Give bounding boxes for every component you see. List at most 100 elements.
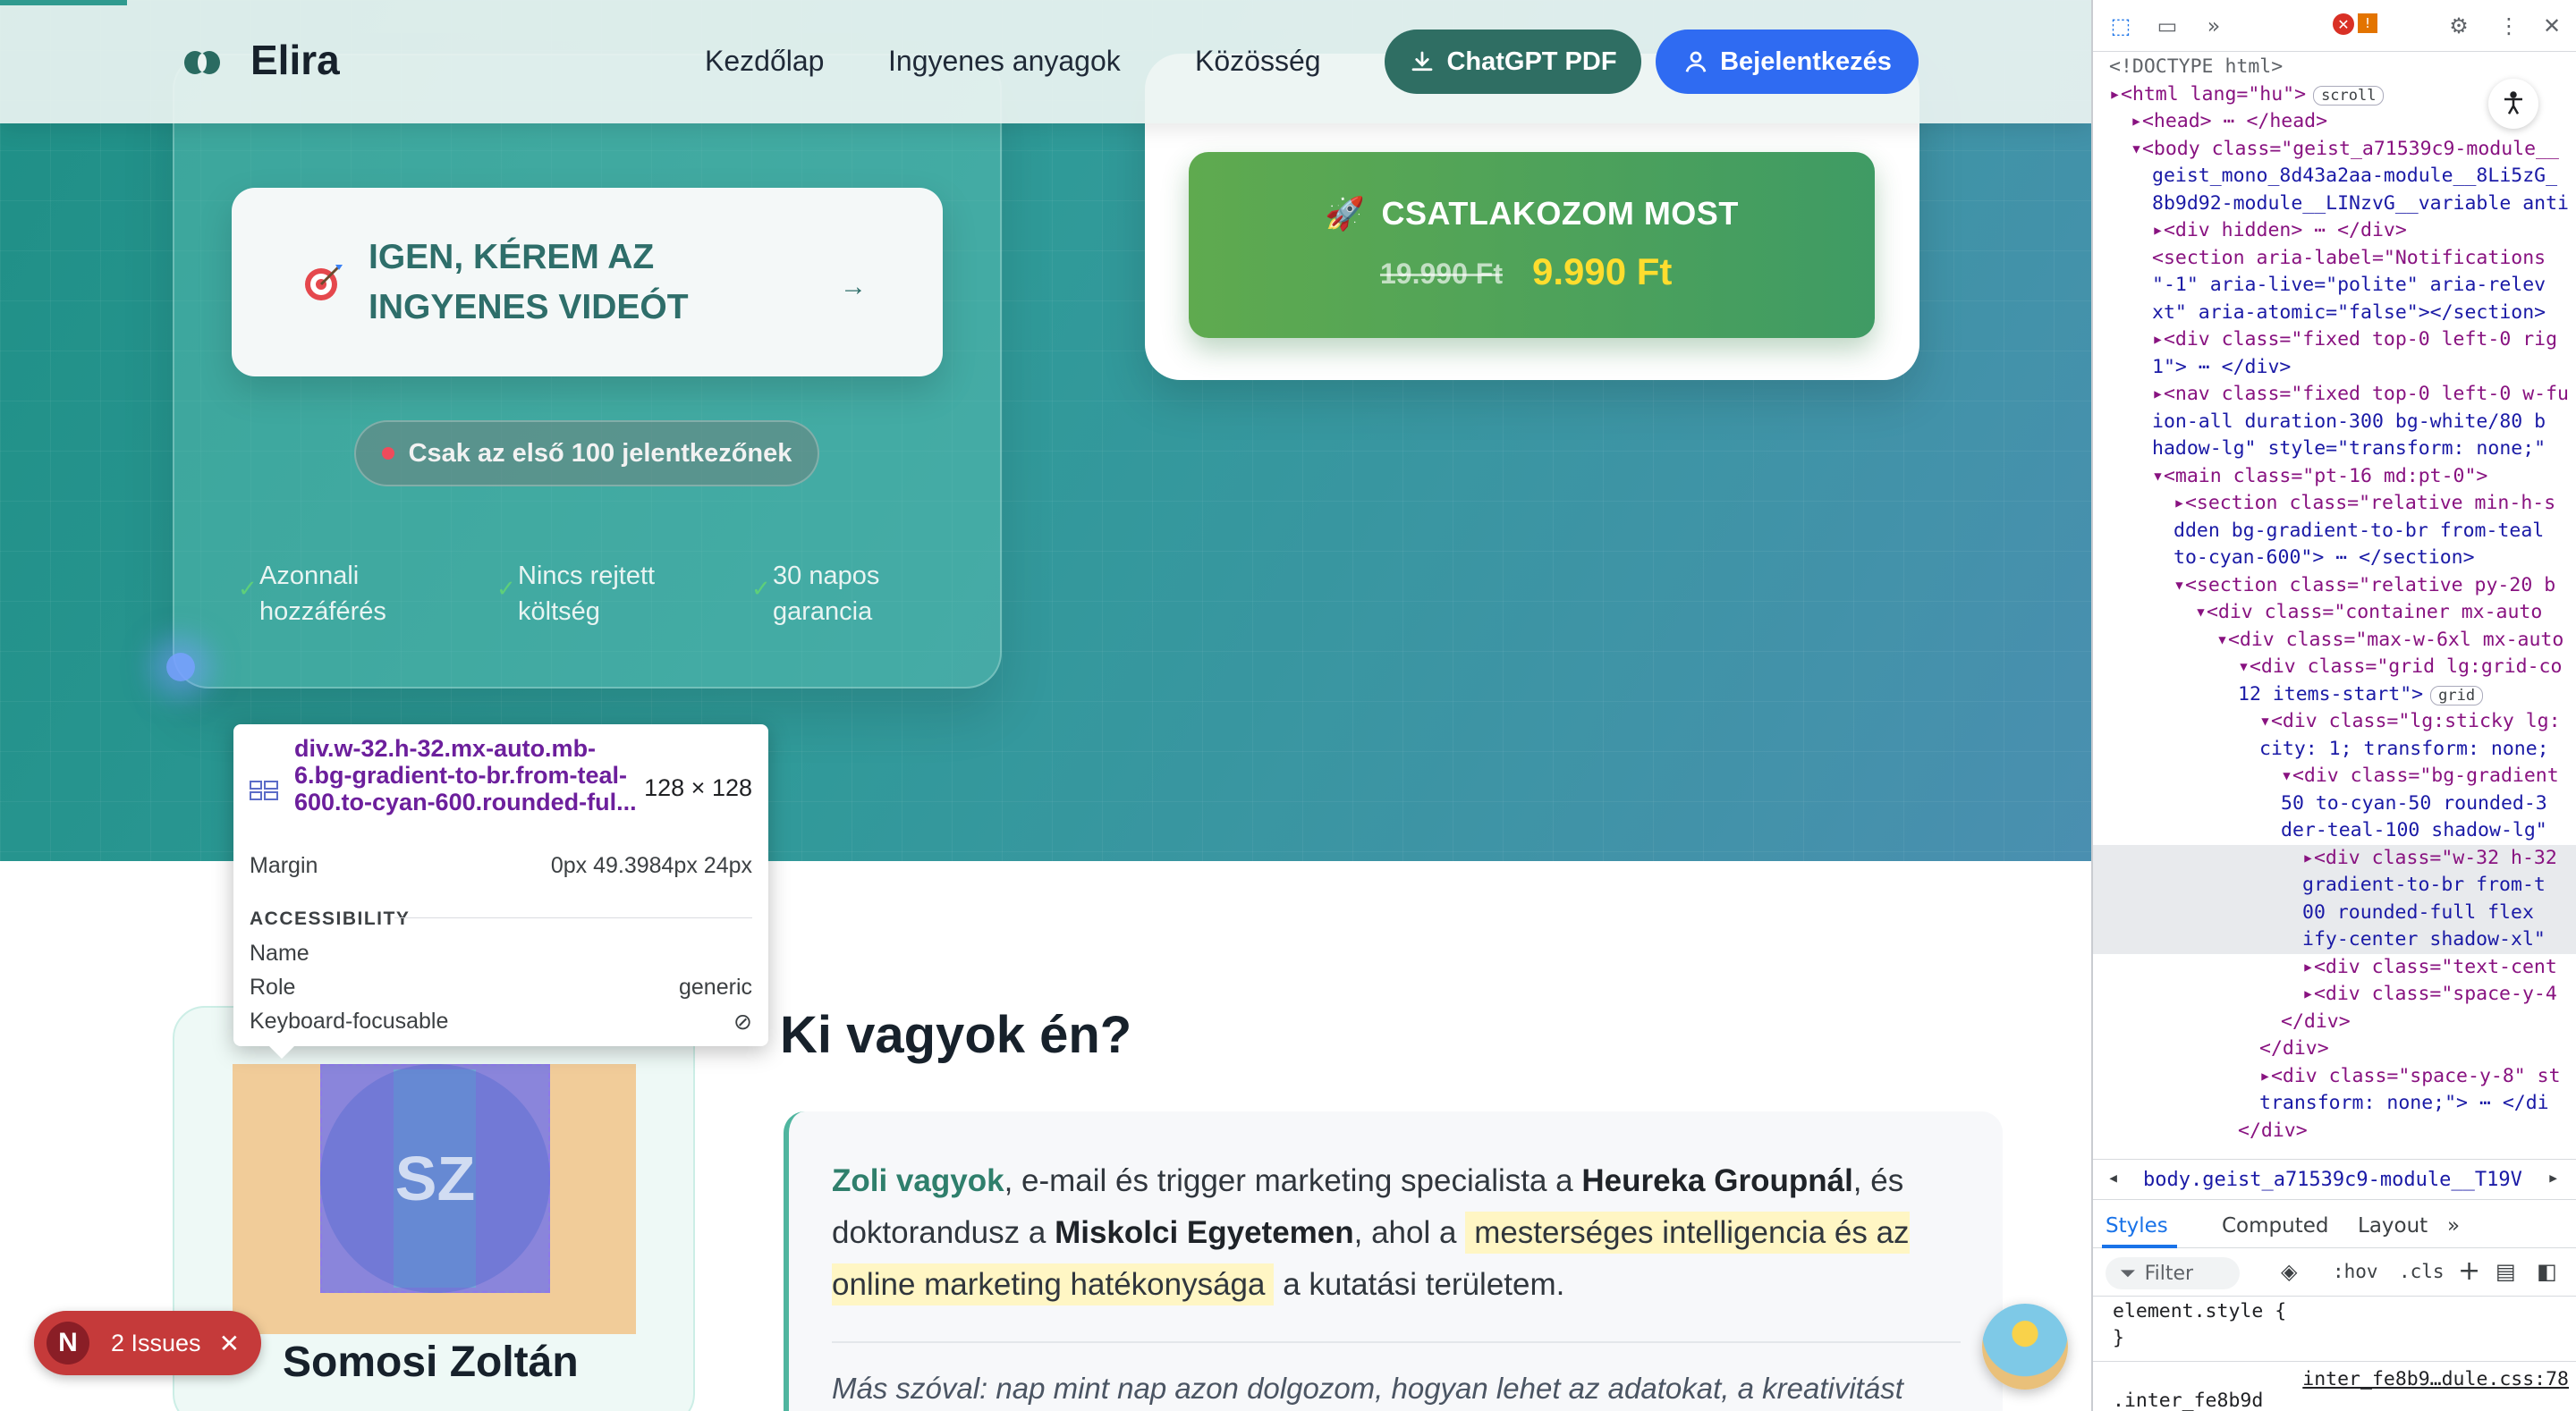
elements-tree[interactable]: <!DOCTYPE html> ▸<html lang="hu"> scroll ▸<… (2093, 54, 2576, 1162)
nav-link-free-materials[interactable]: Ingyenes anyagok (888, 45, 1121, 78)
chat-widget-avatar[interactable] (1982, 1304, 2068, 1390)
tree-line-text: ▾<body class="geist_a71539c9-module__ (2131, 137, 2559, 160)
tree-line[interactable]: ▾<div class="max-w-6xl mx-auto (2216, 627, 2563, 655)
tooltip-accessibility-heading: ACCESSIBILITY (250, 908, 411, 929)
cls-toggle[interactable]: .cls (2399, 1261, 2445, 1282)
scroll-progress-bar (0, 0, 127, 5)
tree-line[interactable]: 8b9d92-module__LINzvG__variable anti (2152, 190, 2569, 218)
selected-tree-line[interactable]: gradient-to-br from-t (2093, 872, 2576, 900)
tree-line[interactable]: ▸<div class="space-y-8" st (2259, 1063, 2561, 1091)
tree-line[interactable]: <section aria-label="Notifications (2152, 245, 2546, 273)
tree-line[interactable]: ▸<html lang="hu"> scroll (2109, 81, 2385, 109)
tree-line[interactable]: ▾<body class="geist_a71539c9-module__ (2131, 136, 2559, 164)
warning-count-icon[interactable]: ! (2358, 13, 2377, 33)
styles-filter-input[interactable]: ⏷ Filter (2106, 1257, 2240, 1289)
tree-line[interactable]: ▸<div class="fixed top-0 left-0 rig (2152, 326, 2557, 354)
breadcrumb-text[interactable]: body.geist_a71539c9-module__T19V (2143, 1169, 2537, 1191)
element-style-rule[interactable]: element.style { (2113, 1298, 2286, 1325)
gear-icon[interactable]: ⚙ (2444, 11, 2474, 41)
tree-line[interactable]: der-teal-100 shadow-lg" (2281, 817, 2547, 845)
sidebar-toggle-icon[interactable]: ◧ (2537, 1259, 2557, 1284)
tree-line-text: ▸<div class="w-32 h-32 (2302, 846, 2557, 869)
tree-line[interactable]: xt" aria-atomic="false"></section> (2152, 300, 2546, 327)
nav-link-community[interactable]: Közösség (1195, 45, 1321, 78)
brand-logo-icon[interactable] (182, 50, 222, 75)
free-video-label: IGEN, KÉREM AZ INGYENES VIDEÓT (369, 238, 689, 326)
error-count-icon[interactable]: ✕ (2333, 13, 2354, 35)
chatgpt-pdf-button[interactable]: ChatGPT PDF (1385, 30, 1641, 94)
user-icon (1685, 51, 1707, 72)
tree-badge[interactable]: scroll (2313, 85, 2385, 106)
tree-line[interactable]: ▸<div class="text-cent (2302, 954, 2557, 982)
tree-line[interactable]: ▾<div class="lg:sticky lg: (2259, 708, 2561, 736)
tree-line[interactable]: dden bg-gradient-to-br from-teal (2174, 518, 2544, 545)
join-now-button[interactable]: 🚀 CSATLAKOZOM MOST 19.990 Ft 9.990 Ft (1189, 152, 1875, 338)
tree-line[interactable]: ▾<div class="bg-gradient (2281, 763, 2559, 790)
tree-line[interactable]: ▾<div class="grid lg:grid-co (2238, 654, 2562, 681)
tree-line[interactable]: ▾<section class="relative py-20 b (2174, 572, 2555, 600)
tree-line[interactable]: transform: none;"> ⋯ </di (2259, 1090, 2549, 1118)
tree-line-text: ▾<main class="pt-16 md:pt-0"> (2152, 464, 2488, 487)
hov-toggle[interactable]: :hov (2333, 1261, 2378, 1282)
tree-line[interactable]: 12 items-start"> grid (2238, 681, 2484, 709)
tree-line[interactable]: to-cyan-600"> ⋯ </section> (2174, 545, 2475, 572)
layers-icon[interactable]: ◈ (2281, 1259, 2297, 1284)
tree-line-text: ▸<nav class="fixed top-0 left-0 w-fu (2152, 383, 2569, 405)
kebab-menu-icon[interactable]: ⋮ (2494, 11, 2524, 41)
brand-name[interactable]: Elira (250, 36, 340, 84)
tab-styles[interactable]: Styles (2106, 1214, 2168, 1238)
filter-placeholder: Filter (2144, 1262, 2194, 1285)
inspect-element-icon[interactable]: ⬚ (2106, 11, 2136, 41)
tree-line[interactable]: 1"> ⋯ </div> (2152, 354, 2291, 382)
tree-badge[interactable]: grid (2430, 685, 2484, 706)
nav-link-home[interactable]: Kezdőlap (705, 45, 824, 78)
css-rule-selector[interactable]: .inter_fe8b9d (2113, 1388, 2263, 1411)
free-video-button[interactable]: IGEN, KÉREM AZ INGYENES VIDEÓT → (232, 188, 943, 376)
tree-line[interactable]: 50 to-cyan-50 rounded-3 (2281, 790, 2547, 818)
dom-breadcrumb[interactable]: ◂ body.geist_a71539c9-module__T19V ▸ (2093, 1159, 2576, 1200)
tree-line[interactable]: ▸<head> ⋯ </head> (2131, 108, 2327, 136)
tree-line[interactable]: hadow-lg" style="transform: none;" (2152, 435, 2546, 463)
close-icon[interactable]: ✕ (219, 1329, 240, 1358)
selected-tree-line[interactable]: ify-center shadow-xl" (2093, 926, 2576, 954)
check-icon: ✓ (751, 575, 771, 602)
device-toolbar-icon[interactable]: ▭ (2152, 11, 2182, 41)
tree-line[interactable]: ▸<div class="space-y-4 (2302, 981, 2557, 1009)
bio-part: , e-mail és trigger marketing specialist… (1004, 1163, 1582, 1198)
tab-computed[interactable]: Computed (2222, 1214, 2328, 1238)
selected-tree-line[interactable]: 00 rounded-full flex (2093, 899, 2576, 926)
close-devtools-icon[interactable]: ✕ (2537, 11, 2567, 41)
tree-line[interactable]: city: 1; transform: none; (2259, 736, 2549, 764)
chevron-left-icon[interactable]: ◂ (2107, 1167, 2119, 1189)
more-tabs-icon[interactable]: » (2199, 11, 2229, 41)
tree-line[interactable]: ion-all duration-300 bg-white/80 b (2152, 409, 2546, 436)
selected-tree-line[interactable]: ▸<div class="w-32 h-32 (2093, 844, 2576, 872)
login-button[interactable]: Bejelentkezés (1656, 30, 1919, 94)
accessibility-icon[interactable] (2488, 79, 2538, 129)
paint-icon[interactable]: ▤ (2496, 1259, 2516, 1284)
chevron-right-icon[interactable]: ▸ (2547, 1167, 2559, 1189)
tree-line[interactable]: geist_mono_8d43a2aa-module__8Li5zG_ (2152, 163, 2557, 190)
stylesheet-source-link[interactable]: inter_fe8b9…dule.css:78 (2302, 1366, 2569, 1393)
new-rule-icon[interactable]: + (2458, 1255, 2480, 1287)
bio-university: Miskolci Egyetemen (1055, 1215, 1354, 1250)
tree-line[interactable]: ▾<main class="pt-16 md:pt-0"> (2152, 463, 2487, 491)
tree-line[interactable]: </div> (2259, 1035, 2329, 1063)
tree-line[interactable]: "-1" aria-live="polite" aria-relev (2152, 272, 2546, 300)
feature-guarantee: ✓ 30 napos garancia (751, 558, 907, 629)
tree-line[interactable]: ▸<div hidden> ⋯ </div> (2152, 217, 2407, 245)
tooltip-name-label: Name (250, 941, 309, 966)
issues-pill[interactable]: N 2 Issues ✕ (34, 1311, 261, 1375)
tab-layout[interactable]: Layout (2358, 1214, 2428, 1238)
tree-line-text: ▸<div class="space-y-8" st (2259, 1064, 2561, 1087)
tree-line[interactable]: ▸<nav class="fixed top-0 left-0 w-fu (2152, 381, 2569, 409)
tree-line[interactable]: <!DOCTYPE html> (2109, 54, 2283, 81)
tree-line[interactable]: </div> (2281, 1009, 2351, 1036)
tooltip-role-value: generic (679, 975, 752, 1000)
styles-pane: element.style { } inter_fe8b9…dule.css:7… (2093, 1298, 2576, 1411)
tree-line[interactable]: ▸<section class="relative min-h-s (2174, 490, 2555, 518)
more-tabs-icon[interactable]: » (2447, 1214, 2460, 1238)
tree-line[interactable]: </div> (2238, 1118, 2308, 1145)
tree-line[interactable]: ▾<div class="container mx-auto (2195, 599, 2542, 627)
feature-instant-access: ✓ Azonnali hozzáférés (238, 558, 411, 629)
